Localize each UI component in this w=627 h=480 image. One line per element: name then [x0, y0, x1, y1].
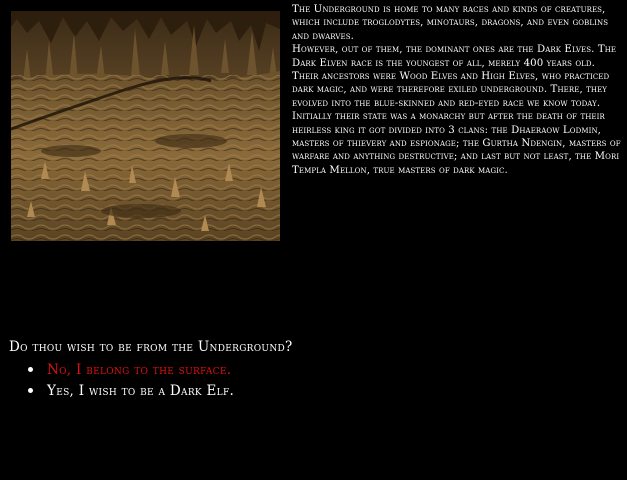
prompt-question: Do thou wish to be from the Underground?: [9, 339, 293, 355]
lore-text: The Underground is home to many races an…: [292, 3, 624, 177]
lore-paragraph-2: However, out of them, the dominant ones …: [292, 44, 621, 176]
underground-cavern-image: [11, 11, 280, 241]
bullet-icon: [28, 388, 33, 393]
choice-dark-elf[interactable]: Yes, I wish to be a Dark Elf.: [28, 380, 234, 401]
choice-label: No, I belong to the surface.: [47, 361, 232, 378]
choice-list: No, I belong to the surface. Yes, I wish…: [28, 359, 234, 401]
choice-surface[interactable]: No, I belong to the surface.: [28, 359, 234, 380]
bullet-icon: [28, 367, 33, 372]
lore-paragraph-1: The Underground is home to many races an…: [292, 4, 609, 42]
choice-label: Yes, I wish to be a Dark Elf.: [47, 382, 235, 399]
